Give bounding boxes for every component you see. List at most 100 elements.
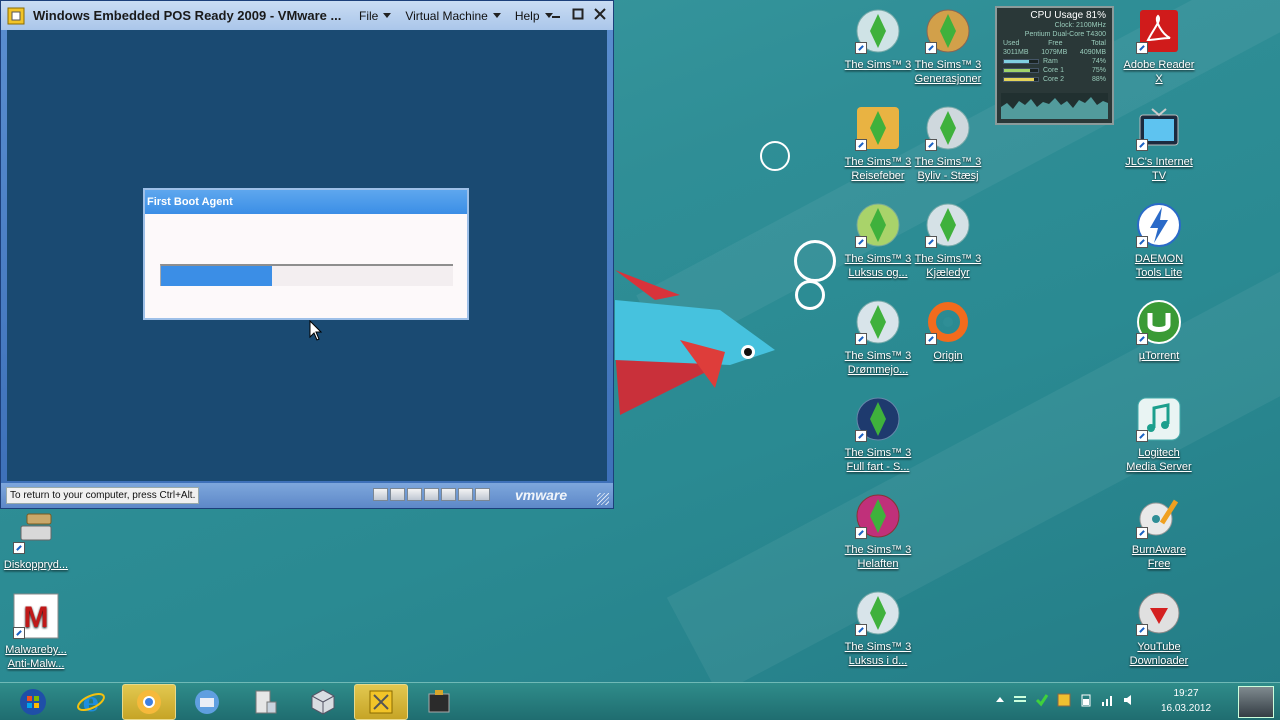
core1-percent: 75% (1091, 67, 1106, 74)
desktop-icon-label: Adobe Reader X (1123, 59, 1195, 85)
desktop-icon-burnaware[interactable]: BurnAware Free (1123, 493, 1195, 571)
chevron-down-icon (383, 13, 392, 18)
mem-header-total: Total (1091, 40, 1106, 47)
start-button[interactable] (6, 684, 60, 720)
desktop-icon-daemon-tools[interactable]: DAEMON Tools Lite (1123, 202, 1195, 280)
show-hidden-icons-icon[interactable] (995, 695, 1005, 708)
volume-icon[interactable] (1123, 693, 1137, 710)
core2-label: Core 2 (1043, 76, 1065, 83)
desktop-icon-label: Origin (933, 350, 963, 362)
mouse-cursor-icon (309, 320, 323, 341)
shortcut-arrow-icon (1136, 527, 1148, 539)
desktop-icon-label: DAEMON Tools Lite (1134, 253, 1184, 279)
shortcut-arrow-icon (925, 236, 937, 248)
taskbar-media-app[interactable] (412, 684, 466, 720)
hard-disk-icon[interactable] (373, 488, 388, 501)
desktop-icon-label: The Sims™ 3 Generasjoner (914, 59, 982, 85)
desktop-icon-logitech-media-server[interactable]: Logitech Media Server (1123, 396, 1195, 474)
desktop-icon-label: Logitech Media Server (1126, 447, 1192, 473)
mem-used: 3011MB (1003, 49, 1029, 56)
bubble (760, 141, 790, 171)
sims3-expansion-icon (855, 202, 901, 248)
shortcut-arrow-icon (925, 333, 937, 345)
floppy-icon[interactable] (407, 488, 422, 501)
computer-icon (255, 690, 277, 714)
desktop-icon-sims3-helaften[interactable]: The Sims™ 3 Helaften (842, 493, 914, 571)
tv-icon (1136, 105, 1182, 151)
core2-row: Core 2 88% (997, 75, 1112, 84)
desktop-icon-jlc-internet-tv[interactable]: JLC's Internet TV (1123, 105, 1195, 183)
progress-bar-fill (161, 266, 272, 286)
desktop-icon-diskopprydding[interactable]: Diskoppryd... (0, 508, 72, 572)
desktop-icon-sims3-drommejo[interactable]: The Sims™ 3 Drømmejo... (842, 299, 914, 377)
close-button[interactable] (593, 7, 607, 21)
desktop-icon-utorrent[interactable]: µTorrent (1123, 299, 1195, 363)
shortcut-arrow-icon (855, 333, 867, 345)
shortcut-arrow-icon (13, 627, 25, 639)
desktop-icon-sims3-reisefeber[interactable]: The Sims™ 3 Reisefeber (842, 105, 914, 183)
desktop-icon-label: The Sims™ 3 Kjæledyr (914, 253, 982, 279)
memory-headers: Used Free Total (997, 39, 1112, 48)
desktop-icon-sims3-generasjoner[interactable]: The Sims™ 3 Generasjoner (912, 8, 984, 86)
system-tray (995, 693, 1137, 710)
desktop-icon-adobe-reader[interactable]: Adobe Reader X (1123, 8, 1195, 86)
power-icon[interactable] (1079, 693, 1093, 710)
vmware-app-icon[interactable] (7, 7, 25, 25)
desktop-icon-sims3-byliv[interactable]: The Sims™ 3 Byliv - Stæsj (912, 105, 984, 183)
security-check-icon[interactable] (1035, 693, 1049, 710)
cpu-usage-percent: 81% (1085, 10, 1106, 21)
taskbar-vmware[interactable] (354, 684, 408, 720)
core1-bar-fill (1004, 69, 1030, 72)
network-signal-icon[interactable] (1101, 693, 1115, 710)
usb-icon[interactable] (458, 488, 473, 501)
dialog-title: First Boot Agent (145, 190, 467, 214)
vmware-taskbar-icon (369, 690, 393, 714)
vmware-menubar: File Virtual Machine Help (359, 9, 553, 23)
desktop-icon-malwarebytes[interactable]: M Malwareby... Anti-Malw... (0, 593, 72, 671)
sims3-generations-icon (925, 8, 971, 54)
desktop-icon-sims3-luksus-i-d[interactable]: The Sims™ 3 Luksus i d... (842, 590, 914, 668)
vmware-titlebar[interactable]: Windows Embedded POS Ready 2009 - VMware… (1, 1, 613, 30)
virtualbox-icon (311, 689, 335, 715)
desktop-icon-sims3[interactable]: The Sims™ 3 (842, 8, 914, 72)
taskbar-internet-explorer[interactable]: e (64, 684, 118, 720)
resize-grip[interactable] (597, 493, 609, 505)
cd-drive-icon[interactable] (390, 488, 405, 501)
origin-icon (925, 299, 971, 345)
printer-icon[interactable] (441, 488, 456, 501)
shortcut-arrow-icon (1136, 430, 1148, 442)
burnaware-icon (1136, 493, 1182, 539)
utorrent-icon (1136, 299, 1182, 345)
minimize-button[interactable] (549, 7, 563, 21)
menu-help[interactable]: Help (515, 9, 553, 23)
shortcut-arrow-icon (1136, 236, 1148, 248)
desktop-icon-youtube-downloader[interactable]: YouTube Downloader (1123, 590, 1195, 668)
bubble (795, 280, 825, 310)
action-center-icon[interactable] (1013, 693, 1027, 710)
menu-file[interactable]: File (359, 9, 392, 23)
taskbar-virtualbox[interactable] (296, 684, 350, 720)
cpu-gadget-header: CPU Usage 81% (997, 8, 1112, 21)
taskbar-thunderbird[interactable] (180, 684, 234, 720)
desktop-icon-label: The Sims™ 3 Drømmejo... (844, 350, 912, 376)
window-controls (549, 7, 607, 21)
taskbar-clock[interactable]: 19:27 16.03.2012 (1155, 686, 1217, 716)
show-desktop-button[interactable] (1238, 686, 1274, 718)
desktop-icon-label: The Sims™ 3 Full fart - S... (844, 447, 912, 473)
menu-virtual-machine[interactable]: Virtual Machine (405, 9, 501, 23)
network-icon[interactable] (424, 488, 439, 501)
desktop-icon-origin[interactable]: Origin (912, 299, 984, 363)
taskbar-chrome[interactable] (122, 684, 176, 720)
desktop-icon-sims3-luksus-og[interactable]: The Sims™ 3 Luksus og... (842, 202, 914, 280)
taskbar-file-explorer[interactable] (238, 684, 292, 720)
desktop-icon-sims3-kjaeledyr[interactable]: The Sims™ 3 Kjæledyr (912, 202, 984, 280)
maximize-button[interactable] (571, 7, 585, 21)
core1-bar (1003, 68, 1039, 73)
cpu-usage-gadget[interactable]: CPU Usage 81% Clock: 2100MHz Pentium Dua… (995, 6, 1114, 125)
sims3-ambitions-icon (855, 299, 901, 345)
vmware-statusbar: To return to your computer, press Ctrl+A… (1, 483, 613, 508)
clock-date: 16.03.2012 (1160, 703, 1212, 714)
tray-app-icon[interactable] (1057, 693, 1071, 710)
sound-icon[interactable] (475, 488, 490, 501)
desktop-icon-sims3-full-fart[interactable]: The Sims™ 3 Full fart - S... (842, 396, 914, 474)
